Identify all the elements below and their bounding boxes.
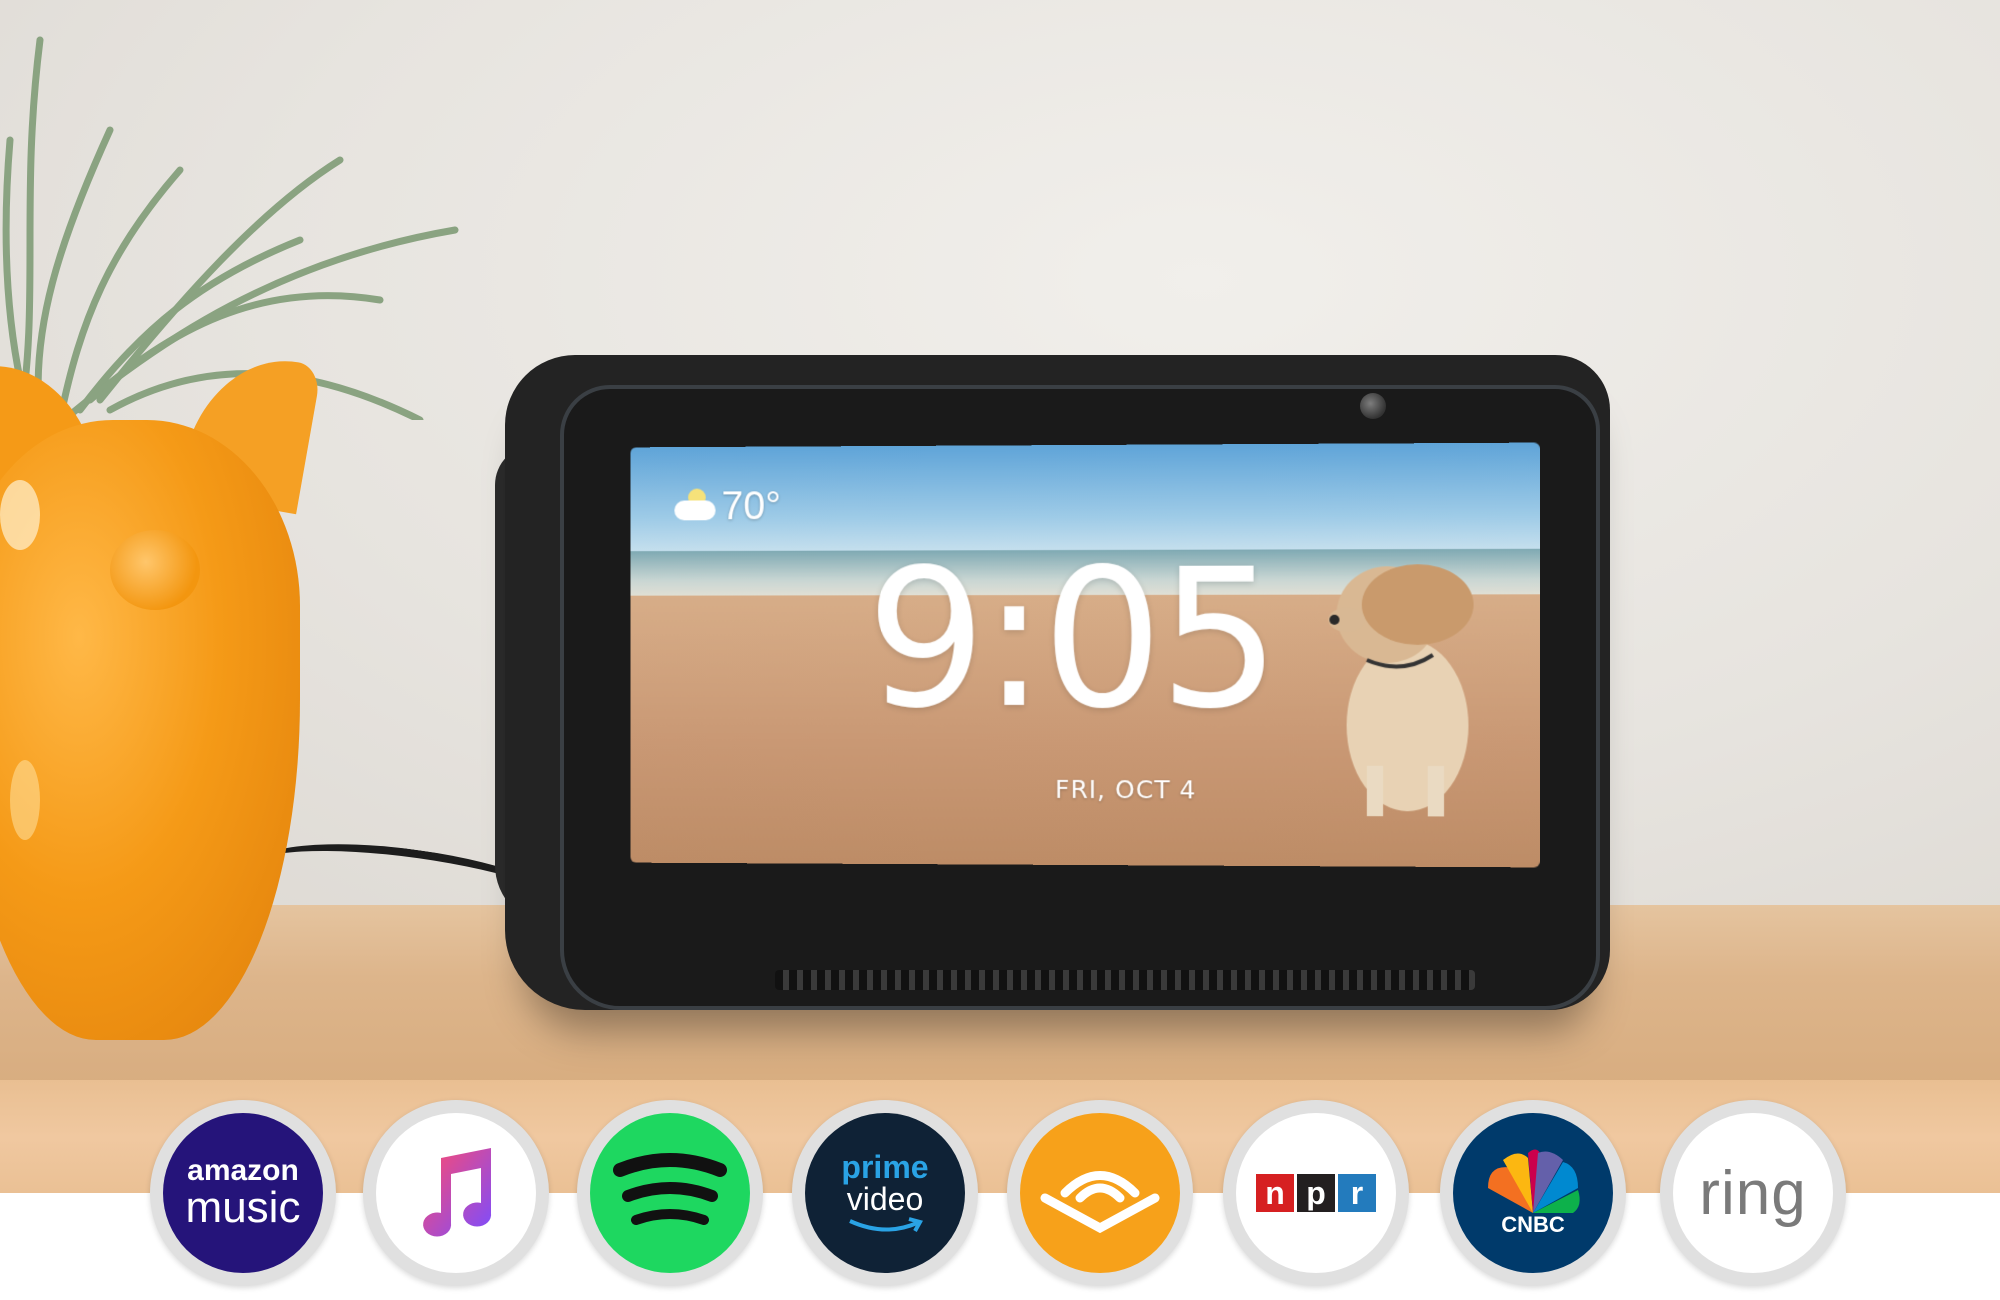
npr-logo[interactable]: n p r <box>1223 1100 1409 1286</box>
planter-highlight <box>0 480 40 550</box>
product-photo: 70° 9:05 FRI, OCT 4 amazon music prime v… <box>0 0 2000 1300</box>
spotify-waves-icon <box>613 1153 727 1225</box>
prime-video-line1: prime <box>841 1149 929 1186</box>
ring-label: ring <box>1699 1158 1807 1228</box>
camera-icon <box>1360 393 1386 419</box>
amazon-music-line2: music <box>185 1183 301 1232</box>
audible-icon <box>1040 1171 1160 1233</box>
prime-video-line2: video <box>846 1181 924 1218</box>
speaker-grill <box>775 970 1475 990</box>
amazon-music-logo[interactable]: amazon music <box>150 1100 336 1286</box>
prime-video-logo[interactable]: prime video <box>792 1100 978 1286</box>
echo-show-device: 70° 9:05 FRI, OCT 4 <box>495 355 1610 1010</box>
audible-logo[interactable] <box>1007 1100 1193 1286</box>
dog-photo <box>1328 564 1474 817</box>
npr-letter-n: n <box>1256 1174 1294 1212</box>
npr-letter-p: p <box>1297 1174 1335 1212</box>
weather-widget: 70° <box>674 484 781 529</box>
planter-highlight <box>10 760 40 840</box>
clock-date: FRI, OCT 4 <box>1055 774 1197 805</box>
air-plant <box>2 36 459 420</box>
ring-logo[interactable]: ring <box>1660 1100 1846 1286</box>
npr-letter-r: r <box>1338 1174 1376 1212</box>
cnbc-label: CNBC <box>1501 1212 1565 1237</box>
temperature-readout: 70° <box>721 484 781 529</box>
partly-cloudy-icon <box>674 488 716 520</box>
spotify-logo[interactable] <box>577 1100 763 1286</box>
apple-music-logo[interactable] <box>363 1100 549 1286</box>
device-screen[interactable]: 70° 9:05 FRI, OCT 4 <box>630 442 1540 868</box>
cnbc-logo[interactable]: CNBC <box>1440 1100 1626 1286</box>
clock-time: 9:05 <box>866 528 1277 751</box>
orange-cat-planter <box>0 345 330 1060</box>
peacock-icon <box>1488 1149 1580 1213</box>
smile-arrow-icon <box>849 1216 923 1232</box>
planter-body <box>0 420 300 1040</box>
music-note-icon <box>423 1148 492 1237</box>
service-logo-row: amazon music prime video n p r CNBC ring <box>150 1100 1870 1290</box>
amazon-music-line1: amazon <box>187 1154 299 1187</box>
planter-eye <box>110 530 200 610</box>
